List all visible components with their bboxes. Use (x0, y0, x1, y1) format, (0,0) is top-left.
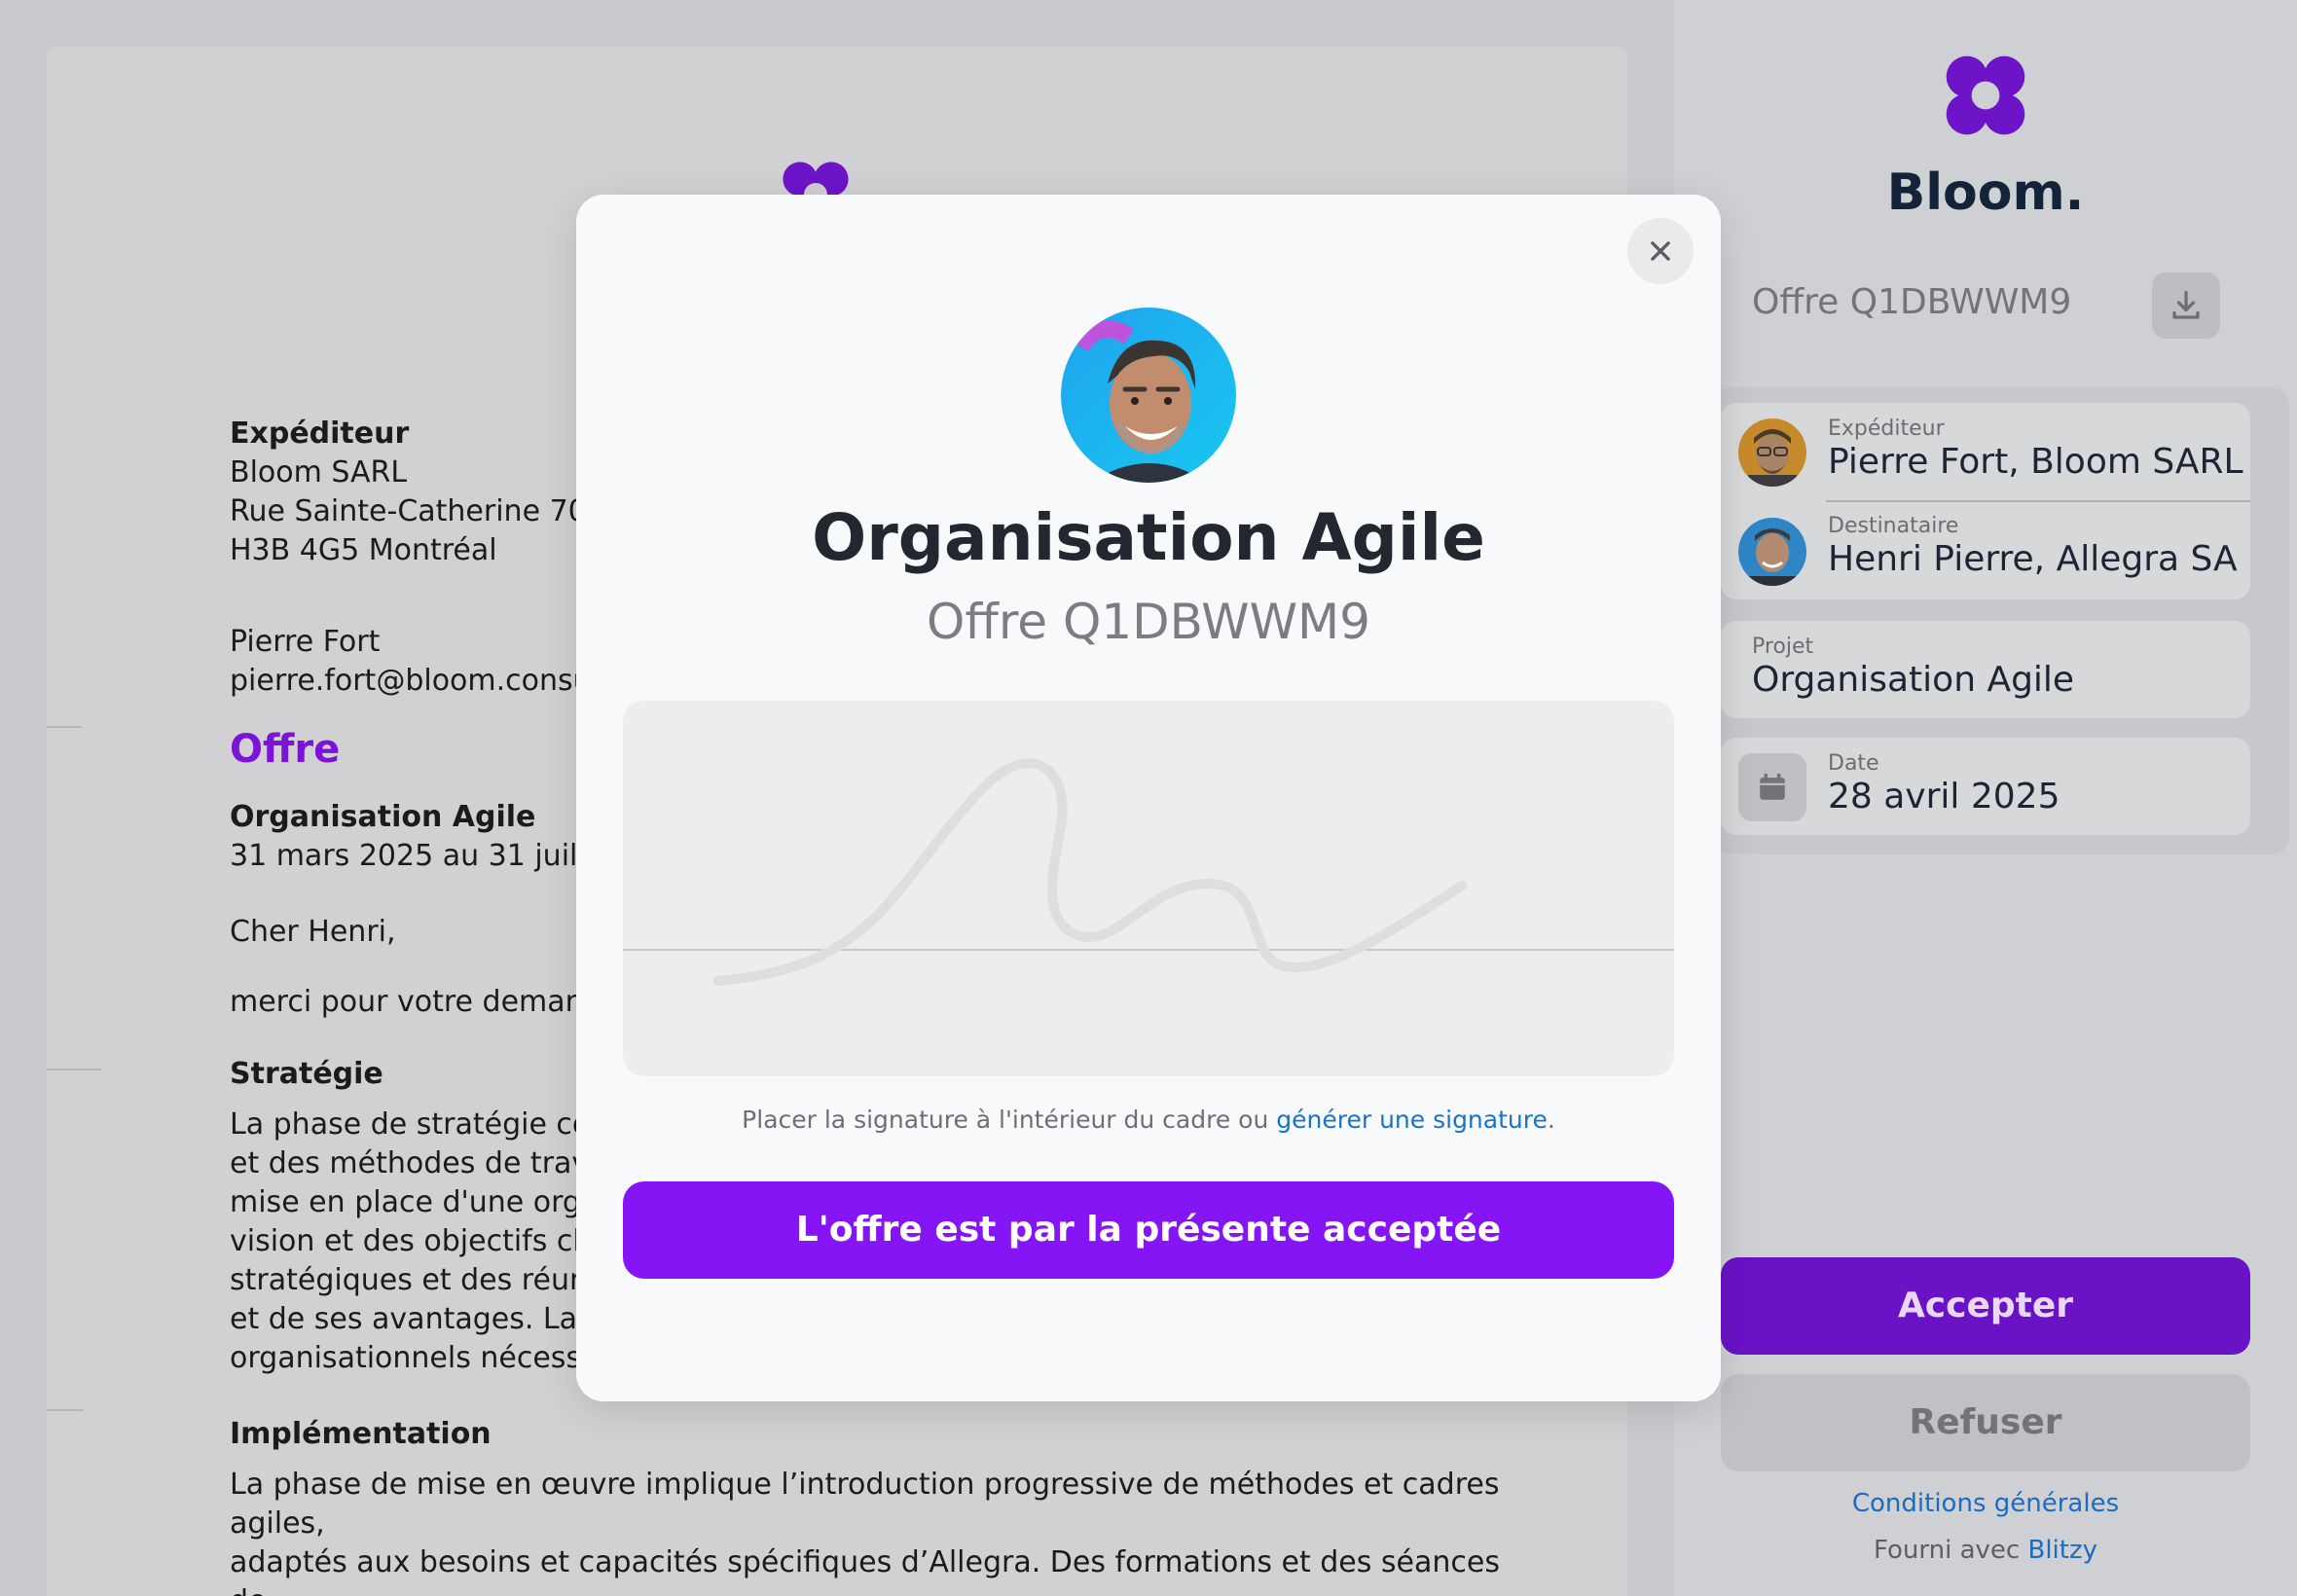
date-card: Date 28 avril 2025 (1721, 738, 2250, 835)
brand-name: Bloom. (1886, 163, 2085, 222)
project-label: Projet (1752, 635, 1814, 659)
offer-reference: Offre Q1DBWWM9 (1752, 282, 2072, 322)
fold-mark (47, 1069, 101, 1070)
signature-modal: Organisation Agile Offre Q1DBWWM9 Placer… (576, 195, 1721, 1401)
modal-avatar (1061, 308, 1236, 483)
bloom-logo-icon (1946, 55, 2025, 135)
close-icon (1651, 241, 1670, 261)
sender-label: Expéditeur (1828, 417, 1945, 441)
signature-sample-stroke (623, 758, 1674, 986)
signature-hint: Placer la signature à l'intérieur du cad… (576, 1106, 1721, 1134)
calendar-icon (1738, 753, 1806, 821)
project-card: Projet Organisation Agile (1721, 621, 2250, 718)
recipient-row: Destinataire Henri Pierre, Allegra SA (1721, 502, 2250, 599)
fold-mark (47, 726, 82, 728)
sender-value: Pierre Fort, Bloom SARL (1828, 442, 2243, 482)
project-value: Organisation Agile (1752, 660, 2075, 700)
accept-button[interactable]: Accepter (1721, 1257, 2250, 1355)
blitzy-link[interactable]: Blitzy (2027, 1536, 2097, 1565)
sender-row: Expéditeur Pierre Fort, Bloom SARL (1721, 403, 2250, 500)
recipient-value: Henri Pierre, Allegra SA (1828, 539, 2238, 579)
date-value: 28 avril 2025 (1828, 777, 2060, 816)
offer-panel: Bloom. Offre Q1DBWWM9 Expéditeur Pierre (1674, 0, 2297, 1596)
hint-prefix: Placer la signature à l'intérieur du cad… (742, 1106, 1277, 1134)
recipient-label: Destinataire (1828, 514, 1959, 538)
accept-offer-button[interactable]: L'offre est par la présente acceptée (623, 1181, 1674, 1279)
powered-prefix: Fourni avec (1873, 1536, 2021, 1565)
powered-by: Fourni avec Blitzy (1674, 1536, 2297, 1565)
recipient-avatar (1738, 518, 1806, 586)
modal-title: Organisation Agile (812, 500, 1485, 575)
implementation-heading: Implémentation (230, 1417, 492, 1451)
modal-subtitle: Offre Q1DBWWM9 (927, 594, 1370, 650)
refuse-button[interactable]: Refuser (1721, 1374, 2250, 1471)
terms-link[interactable]: Conditions générales (1674, 1489, 2297, 1518)
signature-pad[interactable] (623, 701, 1674, 1076)
implementation-line: adaptés aux besoins et capacités spécifi… (230, 1545, 1500, 1596)
hint-suffix: . (1547, 1106, 1555, 1134)
fold-mark (47, 1409, 84, 1411)
download-icon (2172, 290, 2200, 319)
generate-signature-link[interactable]: générer une signature (1276, 1106, 1548, 1134)
parties-card: Expéditeur Pierre Fort, Bloom SARL Desti… (1721, 403, 2250, 599)
sender-avatar (1738, 418, 1806, 487)
download-button[interactable] (2152, 272, 2220, 339)
close-button[interactable] (1627, 218, 1694, 284)
implementation-line: La phase de mise en œuvre implique l’int… (230, 1468, 1500, 1541)
date-label: Date (1828, 751, 1879, 776)
